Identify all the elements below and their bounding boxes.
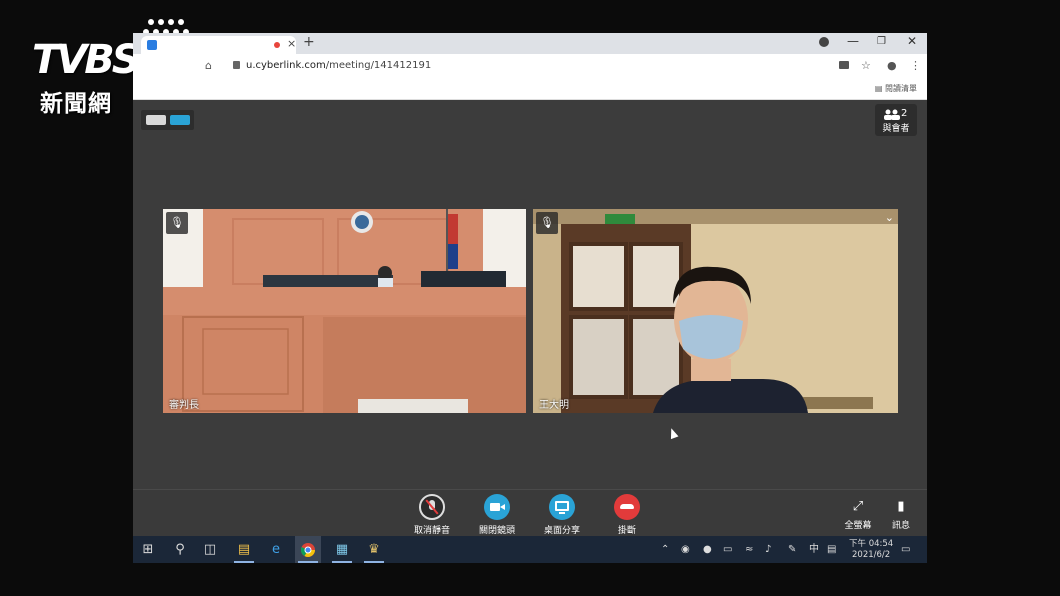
unmute-button[interactable]: 取消靜音 (397, 494, 467, 536)
logo-wordmark: TVBS (32, 37, 141, 83)
bookmark-star-icon[interactable]: ☆ (861, 59, 871, 72)
url-path: /meeting/141412191 (325, 60, 432, 71)
recording-dot-icon (274, 42, 280, 48)
tile-name-participant: 王大明 (539, 400, 569, 411)
wifi-icon[interactable]: ≈ (745, 536, 753, 563)
tile-options-chevron-icon[interactable]: ⌄ (885, 211, 894, 224)
camera-tray-icon[interactable]: ◉ (681, 536, 690, 563)
camera-indicator-icon[interactable] (839, 61, 849, 69)
meeting-app-icon[interactable]: ♛ (361, 536, 387, 563)
volume-icon[interactable]: ♪ (765, 536, 771, 563)
lock-icon (233, 61, 240, 69)
windows-start-icon[interactable]: ⊞ (135, 536, 161, 563)
microphone-tray-icon[interactable]: ● (703, 536, 712, 563)
muted-mic-icon: 🎙 (536, 212, 558, 234)
gallery-layout-button[interactable] (146, 115, 166, 125)
side-by-side-layout-button[interactable] (170, 115, 190, 125)
participants-icon (884, 109, 900, 120)
pen-icon[interactable]: ✎ (788, 536, 796, 563)
ime-mode-icon[interactable]: ▤ (827, 536, 836, 563)
close-window-button[interactable]: ✕ (907, 34, 917, 48)
system-clock[interactable]: 下午 04:54 2021/6/2 (849, 539, 893, 561)
menu-kebab-icon[interactable]: ⋮ (910, 59, 921, 72)
bookmarks-bar: ▤ 閱讀清單 (133, 80, 927, 100)
participants-button[interactable]: 2 與會者 (875, 104, 917, 136)
video-tile-judge[interactable]: 🎙 審判長 (163, 209, 526, 413)
chat-label: 訊息 (891, 521, 910, 531)
ime-indicator[interactable]: 中 (809, 536, 819, 563)
screen-share-icon (549, 494, 575, 520)
browser-tabstrip: × + — ❐ ✕ (133, 33, 927, 54)
video-camera-icon (484, 494, 510, 520)
restore-button[interactable]: ❐ (877, 36, 886, 47)
camera-off-button[interactable]: 關閉鏡頭 (462, 494, 532, 536)
search-icon[interactable]: ⚲ (167, 536, 193, 563)
chat-button[interactable]: ▮ 訊息 (881, 499, 921, 531)
profile-record-icon[interactable] (819, 37, 829, 47)
minimize-button[interactable]: — (847, 34, 859, 48)
profile-icon[interactable]: ● (887, 59, 897, 72)
reading-list-button[interactable]: ▤ 閱讀清單 (875, 83, 917, 94)
new-tab-button[interactable]: + (303, 34, 315, 50)
courtroom-video-frame (163, 209, 526, 413)
hang-up-label: 掛斷 (617, 526, 636, 536)
hang-up-button[interactable]: 掛斷 (592, 494, 662, 536)
layout-switcher (141, 110, 194, 130)
tile-name-judge: 審判長 (169, 400, 199, 411)
show-hidden-icons-chevron[interactable]: ⌃ (661, 536, 669, 563)
logo-subtitle: 新聞網 (40, 91, 112, 117)
home-icon[interactable]: ⌂ (205, 59, 212, 72)
clock-time: 下午 04:54 (849, 539, 894, 549)
windows-taskbar: ⊞ ⚲ ◫ ▤ e ▦ ♛ ⌃ ◉ ● ▭ ≈ ♪ ✎ 中 ▤ 下午 04:54… (133, 536, 927, 563)
unmute-label: 取消靜音 (413, 526, 450, 536)
hang-up-phone-icon (614, 494, 640, 520)
edge-browser-icon[interactable]: e (263, 536, 289, 563)
microphone-icon (419, 494, 445, 520)
participants-count: 2 (901, 108, 908, 119)
clock-date: 2021/6/2 (852, 550, 891, 560)
meeting-stage: 2 與會者 🎙 審判長 🎙 ⌄ 王大明 (133, 100, 927, 489)
fullscreen-label: 全螢幕 (844, 521, 872, 531)
tab-close-button[interactable]: × (287, 37, 296, 50)
captured-desktop: × + — ❐ ✕ ⌂ u.cyberlink.com/meeting/1414… (133, 33, 927, 563)
browser-tab[interactable]: × (141, 36, 296, 54)
file-explorer-icon[interactable]: ▤ (231, 536, 257, 563)
url-host: u.cyberlink.com (246, 60, 326, 71)
fullscreen-button[interactable]: ⤢ 全螢幕 (838, 499, 878, 531)
fullscreen-icon: ⤢ (852, 499, 864, 514)
screen-share-button[interactable]: 桌面分享 (527, 494, 597, 536)
notifications-icon[interactable]: ▭ (901, 536, 910, 563)
address-bar[interactable]: ⌂ u.cyberlink.com/meeting/141412191 ☆ ● … (133, 54, 927, 80)
muted-mic-icon: 🎙 (166, 212, 188, 234)
battery-icon[interactable]: ▭ (723, 536, 732, 563)
video-tile-participant[interactable]: 🎙 ⌄ 王大明 (533, 209, 898, 413)
favicon-icon (147, 40, 157, 50)
camera-off-label: 關閉鏡頭 (478, 526, 515, 536)
task-view-icon[interactable]: ◫ (197, 536, 223, 563)
chrome-browser-icon[interactable] (295, 536, 321, 563)
meeting-controls: 取消靜音 關閉鏡頭 桌面分享 掛斷 ⤢ 全螢幕 ▮ 訊息 (133, 489, 927, 536)
screen-share-label: 桌面分享 (543, 526, 580, 536)
mouse-cursor-icon (667, 426, 679, 440)
reading-list-label: 閱讀清單 (885, 84, 917, 93)
chat-bubble-icon: ▮ (897, 499, 905, 514)
notes-app-icon[interactable]: ▦ (329, 536, 355, 563)
participants-label: 與會者 (882, 124, 910, 134)
url-text[interactable]: u.cyberlink.com/meeting/141412191 (246, 60, 431, 71)
participant-video-frame (533, 209, 898, 413)
chrome-logo-icon (300, 543, 315, 557)
